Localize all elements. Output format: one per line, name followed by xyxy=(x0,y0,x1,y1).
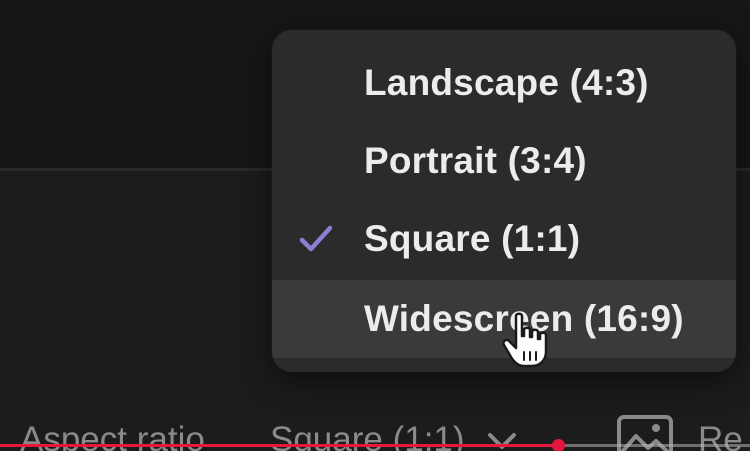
aspect-ratio-menu: Landscape (4:3) Portrait (3:4) Square (1… xyxy=(272,30,736,372)
menu-item-label: Widescreen (16:9) xyxy=(364,298,684,339)
menu-item-square[interactable]: Square (1:1) xyxy=(272,200,736,278)
chevron-down-icon xyxy=(487,432,517,451)
menu-item-widescreen[interactable]: Widescreen (16:9) xyxy=(272,280,736,358)
checkmark-icon xyxy=(298,221,334,257)
video-player-settings: Landscape (4:3) Portrait (3:4) Square (1… xyxy=(0,0,750,451)
menu-item-check-slot xyxy=(298,143,334,179)
menu-item-portrait[interactable]: Portrait (3:4) xyxy=(272,122,736,200)
menu-item-label: Landscape (4:3) xyxy=(364,62,649,103)
menu-item-check-slot xyxy=(298,65,334,101)
progress-knob[interactable] xyxy=(552,439,565,451)
progress-fill xyxy=(0,444,558,447)
menu-item-label: Portrait (3:4) xyxy=(364,140,587,181)
menu-item-check-slot xyxy=(298,301,334,337)
menu-item-landscape[interactable]: Landscape (4:3) xyxy=(272,44,736,122)
menu-item-label: Square (1:1) xyxy=(364,218,581,259)
